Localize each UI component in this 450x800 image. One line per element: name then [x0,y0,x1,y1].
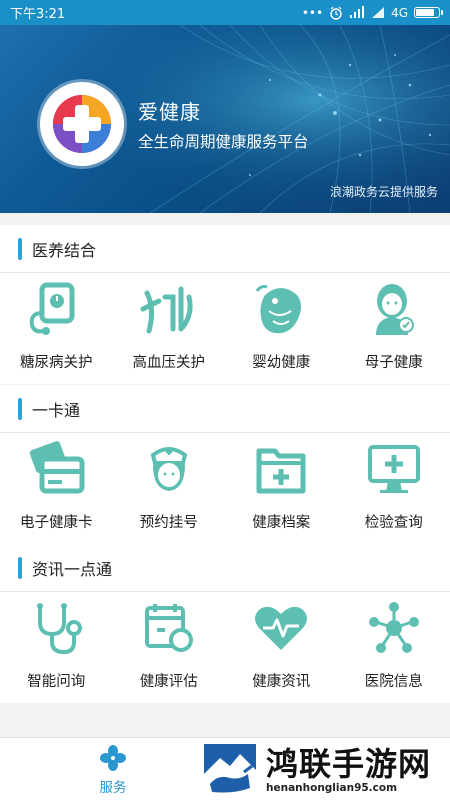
service-label: 婴幼健康 [252,355,311,371]
service-appointment[interactable]: 预约挂号 [113,433,226,544]
watermark-name: 鸿联手游网 [266,745,432,783]
service-grid: 糖尿病关护 高血压关护 婴幼健康 母子健康 [0,273,450,384]
service-provider: 浪潮政务云提供服务 [329,185,438,199]
service-grid: 智能问询 健康评估 健康资讯 医院信息 [0,592,450,703]
service-hypertension-care[interactable]: 高血压关护 [113,273,226,384]
glucose-meter-icon [29,282,75,335]
section-information: 资讯一点通 智能问询 健康评估 健康资讯 医院信息 [0,544,450,703]
watermark-bull-icon [204,754,256,796]
service-health-news[interactable]: 健康资讯 [225,592,338,703]
stethoscope-icon [37,603,83,655]
header-banner: 爱健康 全生命周期健康服务平台 浪潮政务云提供服务 [0,25,450,213]
service-health-card[interactable]: 电子健康卡 [0,433,113,544]
heart-pulse-icon [255,606,308,650]
service-lab-results[interactable]: 检验查询 [338,433,450,544]
service-label: 智能问询 [27,674,86,690]
service-label: 母子健康 [364,355,423,371]
blood-pressure-icon [140,286,193,334]
service-diabetes-care[interactable]: 糖尿病关护 [0,273,113,384]
section-accent-bar [18,397,22,420]
network-nodes-icon [368,602,419,653]
section-accent-bar [18,237,22,260]
mother-child-icon [375,284,414,335]
status-icons: ••• 4G [301,5,443,20]
service-label: 高血压关护 [132,355,206,371]
app-subtitle: 全生命周期健康服务平台 [138,133,309,151]
service-label: 健康评估 [139,674,198,690]
section-title: 医养结合 [32,240,97,260]
clover-icon [100,745,126,771]
network-type: 4G [391,5,408,20]
nurse-icon [150,447,188,491]
service-label: 电子健康卡 [20,515,93,531]
service-label: 医院信息 [364,674,423,690]
service-smart-inquiry[interactable]: 智能问询 [0,592,113,703]
section-header: 一卡通 [0,385,450,433]
calendar-check-icon [144,604,193,652]
monitor-cross-icon [367,445,420,493]
app-title: 爱健康 [138,100,201,124]
service-grid: 电子健康卡 预约挂号 健康档案 检验查询 [0,433,450,544]
service-hospital-info[interactable]: 医院信息 [338,592,450,703]
service-label: 健康档案 [252,515,311,531]
battery-icon [414,7,443,18]
app-logo [40,82,124,166]
more-dots-icon: ••• [301,5,324,20]
battery-level [416,9,435,16]
service-health-assessment[interactable]: 健康评估 [113,592,226,703]
signal-hd-icon [350,6,365,18]
medical-folder-icon [256,448,306,494]
baby-fish-icon [256,285,302,334]
signal-icon [372,7,385,18]
status-bar: 下午3:21 ••• 4G [0,0,450,25]
service-label: 健康资讯 [252,674,311,690]
section-header: 医养结合 [0,225,450,273]
health-card-icon [29,441,85,494]
service-health-records[interactable]: 健康档案 [225,433,338,544]
section-header: 资讯一点通 [0,544,450,592]
service-infant-health[interactable]: 婴幼健康 [225,273,338,384]
service-label: 糖尿病关护 [20,355,93,371]
section-title: 资讯一点通 [32,559,113,579]
tab-label: 服务 [99,780,127,796]
watermark-logo [202,742,258,798]
watermark-url: henanhonglian95.com [266,782,398,794]
watermark: 鸿联手游网 henanhonglian95.com [202,740,450,800]
section-one-card: 一卡通 电子健康卡 预约挂号 健康档案 检验查询 [0,385,450,544]
section-accent-bar [18,556,22,579]
status-time: 下午3:21 [10,7,66,22]
service-label: 检验查询 [364,515,423,531]
section-title: 一卡通 [32,400,81,420]
service-maternal-child-health[interactable]: 母子健康 [338,273,450,384]
section-medical-care: 医养结合 糖尿病关护 高血压关护 婴幼健康 母子健康 [0,225,450,384]
alarm-icon [330,6,342,20]
service-label: 预约挂号 [139,515,198,531]
health-cross-logo-icon [53,95,111,153]
tab-services[interactable]: 服务 [70,744,156,796]
